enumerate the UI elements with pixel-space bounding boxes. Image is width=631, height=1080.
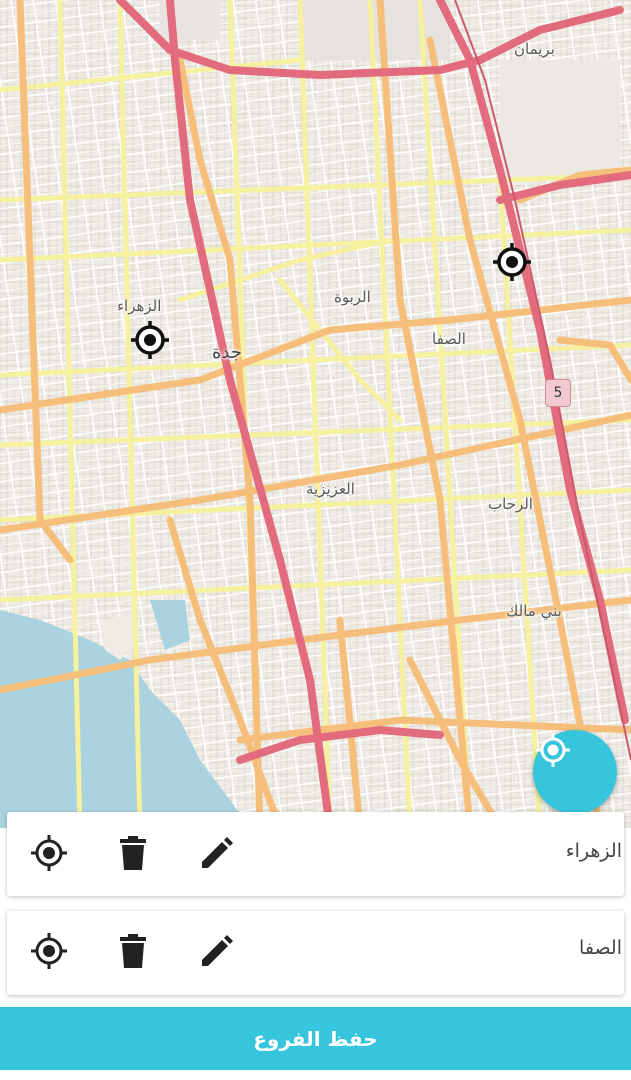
locate-branch-button[interactable]: [25, 831, 73, 879]
map-label-rabwa: الربوة: [334, 288, 371, 306]
location-marker-icon[interactable]: [130, 320, 170, 360]
locate-branch-button[interactable]: [25, 929, 73, 977]
map-view[interactable]: بريمان الزهراء جدة الربوة الصفا العزيزية…: [0, 0, 631, 828]
edit-branch-button[interactable]: [193, 831, 241, 879]
pencil-icon: [200, 836, 234, 874]
trash-icon: [119, 836, 147, 874]
crosshair-icon: [29, 833, 69, 877]
map-label-bani-malik: بني مالك: [506, 602, 562, 620]
location-marker-icon[interactable]: [492, 242, 532, 282]
crosshair-icon: [29, 931, 69, 975]
map-label-zahraa: الزهراء: [117, 297, 162, 315]
map-label-safa: الصفا: [432, 330, 466, 348]
delete-branch-button[interactable]: [109, 831, 157, 879]
pencil-icon: [200, 934, 234, 972]
map-label-jeddah: جدة: [212, 342, 243, 363]
save-branches-button[interactable]: حفظ الفروع: [0, 1007, 631, 1070]
road-shield: 5: [545, 379, 571, 407]
delete-branch-button[interactable]: [109, 929, 157, 977]
branch-card: الصفا: [7, 911, 624, 995]
my-location-button[interactable]: [533, 730, 617, 814]
map-label-rehab: الرحاب: [488, 495, 533, 513]
branch-name: الزهراء: [565, 840, 622, 862]
map-label-bariman: بريمان: [514, 40, 555, 58]
map-label-aziziya: العزيزية: [306, 480, 355, 498]
trash-icon: [119, 934, 147, 972]
map-tiles: [0, 0, 631, 828]
edit-branch-button[interactable]: [193, 929, 241, 977]
branch-name: الصفا: [579, 937, 622, 959]
branch-card: الزهراء: [7, 812, 624, 896]
